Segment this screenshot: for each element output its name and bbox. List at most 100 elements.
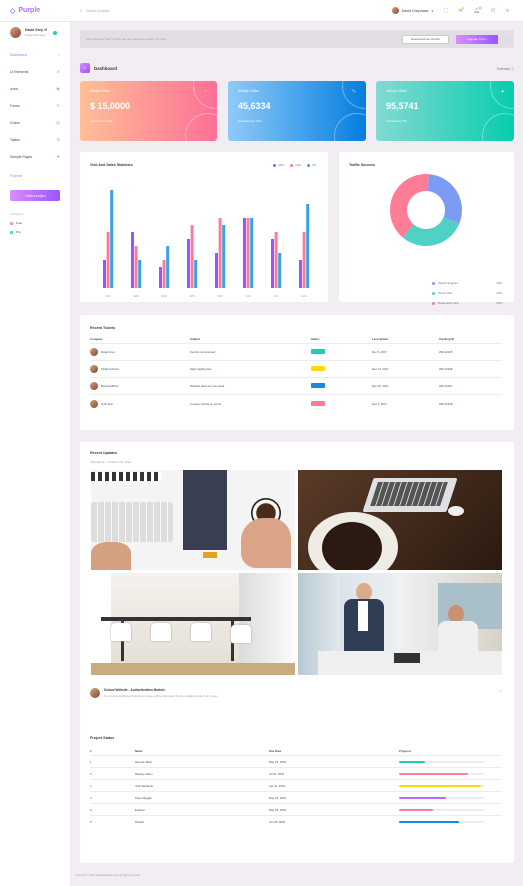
upgrade-pro-button[interactable]: Upgrade To Pro	[456, 34, 498, 44]
search-bar[interactable]: ⌕ Search projects	[80, 8, 110, 13]
update-photo-keyboard[interactable]	[91, 470, 295, 570]
stat-card-weekly-orders: Weekly Orders 🔖︎ 45,6334 Decreased by 10%	[228, 81, 366, 141]
bar-usa-mar[interactable]	[162, 260, 166, 288]
bar-usa-jun[interactable]	[246, 218, 250, 288]
sidebar-item-icons[interactable]: Icons ▣	[0, 80, 70, 97]
bar-usa-apr[interactable]	[190, 225, 194, 288]
download-free-button[interactable]: Download Free Version	[402, 34, 450, 44]
table-row[interactable]: 1 Herman Beck May 15, 2015	[90, 756, 502, 768]
table-row[interactable]: John Doe Loosing control on server Dec 3…	[90, 395, 502, 412]
bar-chn-may[interactable]	[215, 253, 218, 288]
bar-chn-feb[interactable]	[131, 232, 134, 288]
sidebar-item-forms[interactable]: Forms ☰	[0, 97, 70, 114]
donut-slice-bookmarks-click[interactable]	[390, 174, 429, 238]
menu-dots-icon[interactable]: ≡	[506, 8, 509, 14]
tickets-table: Assignee Subject Status Last Update Trac…	[90, 334, 502, 412]
bar-uk-apr[interactable]	[194, 260, 198, 288]
project-name: Edward	[135, 807, 145, 812]
bar-chn-apr[interactable]	[187, 239, 190, 288]
contacts-icon: ▣	[56, 86, 60, 91]
fullscreen-icon[interactable]: ⛶	[444, 8, 448, 14]
stat-sub: Increased by 5%	[386, 119, 407, 123]
table-header: # Name Due Date Progress	[90, 746, 502, 756]
bar-uk-feb[interactable]	[138, 260, 142, 288]
topbar-right: David Greymaax ▾ ⛶ ✉ 🔔︎ ⏻ ≡	[391, 6, 523, 14]
bell-icon[interactable]: 🔔︎	[474, 6, 482, 14]
updates-title: Recent Updates	[90, 451, 118, 455]
table-row[interactable]: 2 Messsy Adam Jul 01, 2015	[90, 768, 502, 780]
ticket-date: Dec 16, 2017	[372, 384, 389, 388]
tracking-id: WD-12348	[439, 401, 453, 406]
overview-link[interactable]: Overview ⓘ	[497, 66, 514, 71]
col-due-date: Due Date	[269, 748, 282, 753]
sidebar-item-sample-pages[interactable]: Sample Pages ✚	[0, 148, 70, 165]
bar-usa-feb[interactable]	[134, 246, 138, 288]
diamond-icon: ◆	[501, 89, 504, 93]
category-pro[interactable]: Pro	[10, 230, 70, 234]
project-rows: 1 Herman Beck May 15, 2015 2 Messsy Adam Jul …	[90, 756, 502, 828]
bar-uk-aug[interactable]	[306, 204, 310, 288]
sidebar-item-tables[interactable]: Tables ⊞	[0, 131, 70, 148]
search-input[interactable]: Search projects	[86, 9, 110, 13]
bar-chn-jul[interactable]	[271, 239, 274, 288]
bar-usa-jan[interactable]	[106, 232, 110, 288]
promo-banner: Like what you see? Check out our premium…	[80, 30, 514, 48]
sidebar-item-charts[interactable]: Charts ▥	[0, 114, 70, 131]
brand-name: Purple	[18, 7, 41, 14]
recent-updates-card: Recent Updates Jack Menqu ○ October 3rd,…	[80, 442, 514, 736]
table-row[interactable]: Marina Michel Website down for one week …	[90, 378, 502, 395]
table-row[interactable]: 3 John Richards Apr 12, 2015	[90, 780, 502, 792]
update-photo-business[interactable]	[298, 573, 502, 675]
bar-usa-jul[interactable]	[274, 232, 278, 288]
sidebar-item-ui-elements[interactable]: UI Elements ⊕	[0, 63, 70, 80]
add-project-button[interactable]: + Add a project	[10, 190, 60, 201]
update-photo-meeting-room[interactable]	[91, 573, 295, 675]
category-free[interactable]: Free	[10, 221, 70, 225]
x-tick-label: MAR	[161, 294, 167, 298]
avatar	[90, 382, 98, 390]
mail-icon[interactable]: ✉	[459, 6, 464, 14]
stat-label: Weekly Orders	[238, 89, 260, 93]
donut-slice-direct-click[interactable]	[402, 217, 460, 246]
bar-uk-mar[interactable]	[166, 246, 170, 288]
bar-uk-jun[interactable]	[250, 218, 254, 288]
update-post[interactable]: School Website - Authentication Module. …	[90, 688, 502, 698]
stat-sub: Increased by 60%	[90, 119, 113, 123]
crosshairs-icon: ⊕	[56, 69, 60, 74]
top-navbar: ◇ Purple ⌕ Search projects David Greymaa…	[0, 0, 523, 22]
banner-text: Like what you see? Check out our premium…	[86, 37, 168, 41]
power-icon[interactable]: ⏻	[491, 8, 495, 14]
bar-chn-jan[interactable]	[103, 260, 106, 288]
bookmark-icon: 🔖︎	[351, 89, 356, 93]
table-row[interactable]: David Grey Fund is not recieved Dec 5, 2…	[90, 344, 502, 361]
sidebar: David Grey. H Project Manager Dashboard ⌂…	[0, 22, 70, 886]
category-label: Free	[16, 221, 23, 225]
x-tick-label: FEB	[133, 294, 138, 298]
update-photo-laptop[interactable]	[298, 470, 502, 570]
brand-logo[interactable]: ◇ Purple	[0, 7, 70, 15]
avatar	[90, 348, 98, 356]
bar-uk-jul[interactable]	[278, 253, 282, 288]
project-name: Peter Meggik	[135, 795, 152, 800]
avatar	[90, 365, 98, 373]
sidebar-item-dashboard[interactable]: Dashboard ⌂	[0, 46, 70, 63]
close-icon[interactable]: ×	[506, 37, 508, 42]
bar-chn-aug[interactable]	[299, 260, 302, 288]
category-label: Pro	[16, 230, 21, 234]
bar-uk-may[interactable]	[222, 225, 226, 288]
chevron-down-icon[interactable]: ▿	[500, 688, 502, 698]
donut-slice-search-engines[interactable]	[427, 174, 462, 224]
bar-uk-jan[interactable]	[110, 190, 114, 288]
bar-chn-mar[interactable]	[159, 267, 162, 288]
sidebar-profile[interactable]: David Grey. H Project Manager	[0, 22, 70, 38]
bar-usa-may[interactable]	[218, 218, 222, 288]
x-tick-label: JAN	[106, 294, 111, 298]
table-row[interactable]: 4 Peter Meggik May 15, 2015	[90, 792, 502, 804]
x-tick-label: APR	[189, 294, 194, 298]
bar-chn-jun[interactable]	[243, 218, 246, 288]
table-row[interactable]: Stella Johnson High loading time Dec 12,…	[90, 361, 502, 378]
user-menu[interactable]: David Greymaax ▾	[391, 7, 433, 14]
bar-usa-aug[interactable]	[302, 232, 306, 288]
table-row[interactable]: 5 Ronald Jun 05, 2015	[90, 816, 502, 828]
table-row[interactable]: 5 Edward May 03, 2015	[90, 804, 502, 816]
